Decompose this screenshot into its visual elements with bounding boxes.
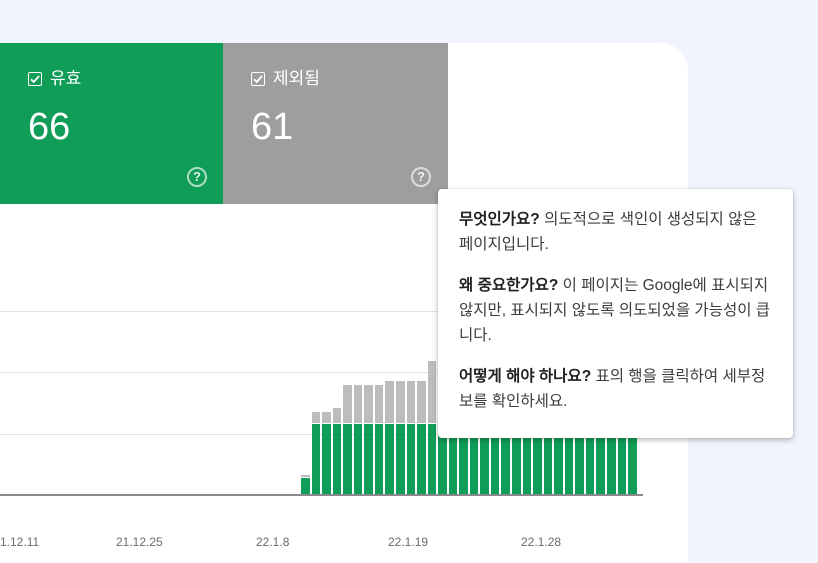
chart-bar[interactable] [353,384,363,494]
chart-bar-excluded-segment [364,384,373,423]
chart-bar-valid-segment [301,478,310,494]
chart-bar-excluded-segment [301,474,310,478]
chart-bar-excluded-segment [332,408,342,423]
chart-bar-valid-segment [427,423,437,494]
chart-bar-excluded-segment [322,412,331,423]
chart-bar-excluded-segment [353,384,363,423]
chart-bar-valid-segment [332,423,342,494]
excluded-tile-header: 제외됨 [251,69,320,89]
tooltip-why: 왜 중요한가요? 이 페이지는 Google에 표시되지 않지만, 표시되지 않… [459,277,771,344]
chart-bar-excluded-segment [406,380,416,423]
chart-bar-valid-segment [385,423,394,494]
tooltip-what: 무엇인가요? 의도적으로 색인이 생성되지 않은 페이지입니다. [459,211,757,253]
chart-bar-valid-segment [353,423,363,494]
help-tooltip: 무엇인가요? 의도적으로 색인이 생성되지 않은 페이지입니다. 왜 중요한가요… [438,189,793,438]
help-circle-icon[interactable]: ? [411,167,431,187]
tooltip-how: 어떻게 해야 하나요? 표의 행을 클릭하여 세부정보를 확인하세요. [459,368,766,410]
chart-bar-excluded-segment [374,384,384,423]
valid-count: 66 [28,106,71,148]
chart-bar-excluded-segment [343,384,352,423]
chart-bar-valid-segment [395,423,405,494]
chart-bar-valid-segment [364,423,373,494]
chart-bar[interactable] [364,384,373,494]
help-circle-icon[interactable]: ? [187,167,207,187]
chart-bar-excluded-segment [417,380,426,423]
chart-bar-excluded-segment [311,412,321,423]
x-tick-label: 21.12.25 [116,535,163,549]
excluded-tile[interactable]: 제외됨 61 ? [223,43,448,204]
x-tick-label: 22.1.19 [388,535,429,549]
chart-bar[interactable] [427,361,437,494]
chart-bar[interactable] [395,380,405,494]
chart-bar[interactable] [406,380,416,494]
x-tick-label: 22.1.28 [521,535,562,549]
chart-bar-valid-segment [374,423,384,494]
chart-baseline [0,494,643,496]
chart-bar-valid-segment [322,423,331,494]
chart-bar-excluded-segment [427,361,437,423]
valid-tile-header: 유효 [28,69,81,89]
chart-bar[interactable] [332,408,342,494]
excluded-count: 61 [251,106,294,148]
valid-tile-label: 유효 [50,69,82,88]
chart-bar[interactable] [417,380,426,494]
excluded-tile-label: 제외됨 [273,69,320,88]
checkbox-checked-icon[interactable] [251,72,265,86]
chart-bar[interactable] [322,412,331,494]
chart-bar[interactable] [374,384,384,494]
chart-bar[interactable] [385,380,394,494]
chart-bar-valid-segment [311,423,321,494]
chart-bar-excluded-segment [395,380,405,423]
chart-bar[interactable] [301,474,310,495]
x-tick-label: 1.12.11 [0,535,40,549]
chart-bar-excluded-segment [385,380,394,423]
chart-bar[interactable] [311,412,321,494]
checkbox-checked-icon[interactable] [28,72,42,86]
valid-tile[interactable]: 유효 66 ? [0,43,223,204]
chart-bar-valid-segment [417,423,426,494]
x-tick-label: 22.1.8 [256,535,290,549]
chart-bar-valid-segment [406,423,416,494]
chart-bar[interactable] [343,384,352,494]
chart-bar-valid-segment [343,423,352,494]
